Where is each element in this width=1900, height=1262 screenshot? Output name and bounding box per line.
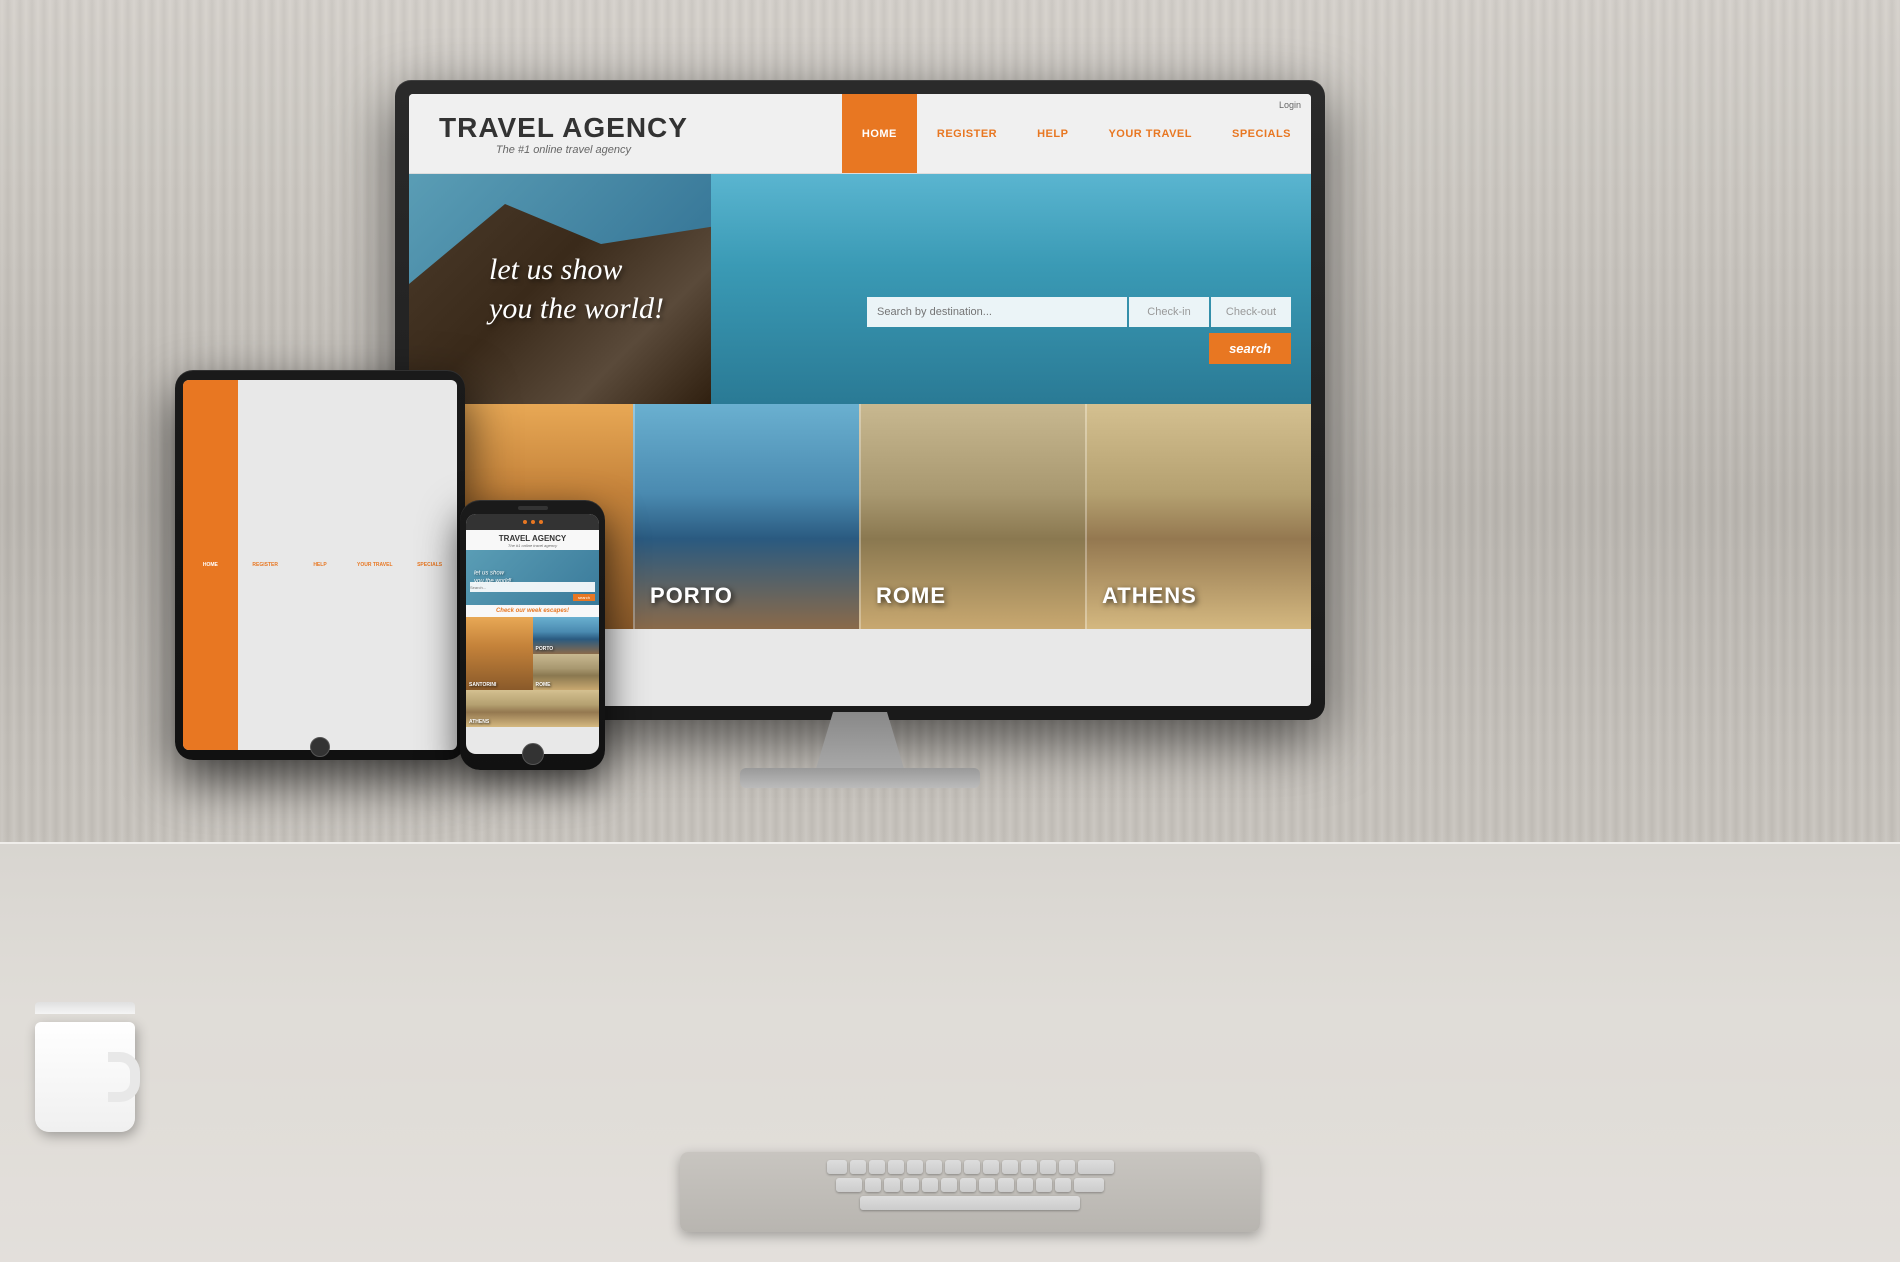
hero-tagline: let us show you the world! (489, 250, 664, 328)
phone-bezel: TRAVEL AGENCY The #1 online travel agenc… (460, 500, 605, 770)
key (1002, 1160, 1018, 1174)
coffee-mug (30, 1002, 140, 1132)
key (865, 1178, 881, 1192)
key (1059, 1160, 1075, 1174)
phone-screen: TRAVEL AGENCY The #1 online travel agenc… (466, 514, 599, 754)
key (922, 1178, 938, 1192)
key (1078, 1160, 1114, 1174)
monitor-stand-neck (815, 712, 905, 772)
phone-nav-bar (466, 514, 599, 530)
phone-nav-dot-2 (531, 520, 535, 524)
phone-hero-search: search (470, 582, 595, 601)
tablet-nav-specials[interactable]: SPECIALS (402, 380, 457, 750)
tablet: HOME REGISTER HELP YOUR TRAVEL SPECIALS … (175, 370, 465, 760)
phone: TRAVEL AGENCY The #1 online travel agenc… (460, 500, 605, 770)
checkout-field[interactable]: Check-out (1211, 297, 1291, 327)
login-link[interactable]: Login (1279, 100, 1301, 110)
destination-porto[interactable]: PORTO (633, 404, 859, 629)
nav-item-register[interactable]: REGISTER (917, 94, 1017, 173)
key (941, 1178, 957, 1192)
phone-nav-dot-3 (539, 520, 543, 524)
mug-handle (108, 1052, 140, 1102)
destination-athens[interactable]: ATHENS (1085, 404, 1311, 629)
tablet-nav-help[interactable]: HELP (293, 380, 348, 750)
tablet-nav-your-travel[interactable]: YOUR TRAVEL (347, 380, 402, 750)
hero-water (711, 174, 1311, 404)
phone-search-button[interactable]: search (573, 594, 595, 601)
nav-item-help[interactable]: HELP (1017, 94, 1088, 173)
checkin-field[interactable]: Check-in (1129, 297, 1209, 327)
key (983, 1160, 999, 1174)
site-hero: let us show you the world! Check-in Chec… (409, 174, 1311, 404)
site-logo-title: TRAVEL AGENCY (439, 112, 688, 144)
phone-dest-santorini[interactable]: SANTORINI (466, 617, 533, 690)
spacebar-key[interactable] (860, 1196, 1080, 1210)
key (998, 1178, 1014, 1192)
nav-item-your-travel[interactable]: YOUR TRAVEL (1088, 94, 1212, 173)
phone-dest-athens[interactable]: ATHENS (466, 690, 599, 727)
phone-logo-sub: The #1 online travel agency (466, 543, 599, 548)
site-logo-subtitle: The #1 online travel agency (496, 144, 631, 156)
key (1021, 1160, 1037, 1174)
destination-rome[interactable]: ROME (859, 404, 1085, 629)
search-button[interactable]: search (1209, 333, 1291, 364)
key (850, 1160, 866, 1174)
destination-athens-label: ATHENS (1102, 583, 1197, 609)
nav-item-home[interactable]: HOME (842, 94, 917, 173)
phone-logo-area: TRAVEL AGENCY The #1 online travel agenc… (466, 530, 599, 550)
phone-dest-rome[interactable]: ROME (533, 654, 600, 691)
key (907, 1160, 923, 1174)
phone-destinations: SANTORINI PORTO ROME ATHENS (466, 617, 599, 727)
tablet-bezel: HOME REGISTER HELP YOUR TRAVEL SPECIALS … (175, 370, 465, 760)
tablet-screen: HOME REGISTER HELP YOUR TRAVEL SPECIALS … (183, 380, 457, 750)
key (869, 1160, 885, 1174)
mug-rim (35, 1002, 135, 1014)
search-input[interactable] (867, 297, 1127, 327)
key (1036, 1178, 1052, 1192)
keyboard (680, 1152, 1260, 1232)
key (888, 1160, 904, 1174)
key (1017, 1178, 1033, 1192)
key (945, 1160, 961, 1174)
key (979, 1178, 995, 1192)
hero-search-area: Check-in Check-out search (867, 297, 1291, 364)
tablet-home-button[interactable] (310, 737, 330, 757)
phone-search-input[interactable] (470, 582, 595, 592)
tablet-nav-bar: HOME REGISTER HELP YOUR TRAVEL SPECIALS (183, 380, 457, 750)
keyboard-row-3 (692, 1196, 1248, 1210)
monitor-stand-base (740, 768, 980, 788)
site-nav: Login HOME REGISTER HELP YOUR TRAVEL SPE… (718, 94, 1311, 173)
tablet-nav-register[interactable]: REGISTER (238, 380, 293, 750)
key (903, 1178, 919, 1192)
key (1055, 1178, 1071, 1192)
phone-dest-porto[interactable]: PORTO (533, 617, 600, 654)
phone-speaker (518, 506, 548, 510)
site-header: TRAVEL AGENCY The #1 online travel agenc… (409, 94, 1311, 174)
key (884, 1178, 900, 1192)
key (964, 1160, 980, 1174)
keyboard-row-2 (692, 1178, 1248, 1192)
phone-hero: let us showyou the world! search (466, 550, 599, 605)
phone-logo-title: TRAVEL AGENCY (466, 534, 599, 543)
phone-nav-dot-1 (523, 520, 527, 524)
key (1040, 1160, 1056, 1174)
destination-porto-label: PORTO (650, 583, 733, 609)
tablet-nav-home[interactable]: HOME (183, 380, 238, 750)
key (926, 1160, 942, 1174)
site-logo-area: TRAVEL AGENCY The #1 online travel agenc… (409, 94, 718, 173)
key (836, 1178, 862, 1192)
keyboard-row-1 (692, 1160, 1248, 1174)
phone-section-title: Check our week escapes! (466, 605, 599, 617)
key (1074, 1178, 1104, 1192)
key (960, 1178, 976, 1192)
destination-rome-label: ROME (876, 583, 946, 609)
key (827, 1160, 847, 1174)
hero-search-row: Check-in Check-out (867, 297, 1291, 327)
phone-home-button[interactable] (522, 743, 544, 765)
